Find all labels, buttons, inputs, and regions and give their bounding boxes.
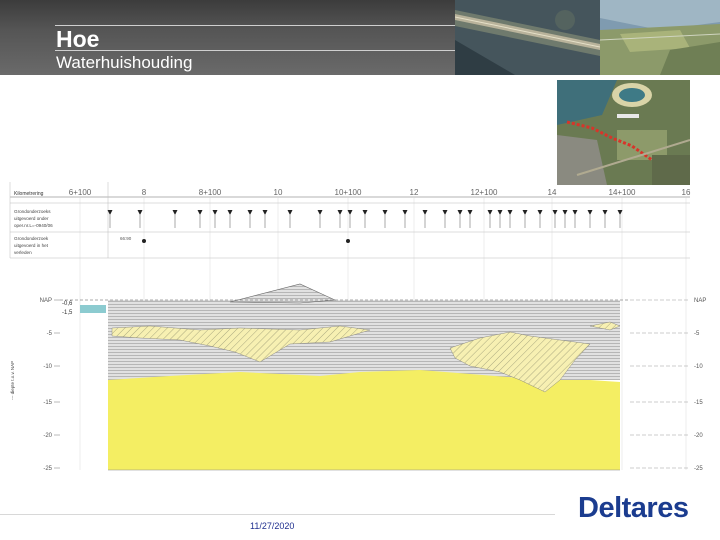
borehole-marker-17 <box>457 210 463 215</box>
km-tick-6: 12+100 <box>471 188 498 197</box>
borehole-marker-8 <box>287 210 293 215</box>
borehole-marker-14 <box>402 210 408 215</box>
borehole-marker-28 <box>602 210 608 215</box>
depth-tick-left-5: -25 <box>43 466 52 472</box>
depth-tick-right-1: -5 <box>694 331 700 337</box>
depth-tick-left-2: -10 <box>43 364 52 370</box>
km-tick-4: 10+100 <box>335 188 362 197</box>
aerial-map <box>557 80 690 185</box>
bridge-photo <box>455 0 600 75</box>
water-level-bar <box>80 305 106 313</box>
depth-axis-right: NAP -5 -10 -15 -20 -25 <box>630 298 706 472</box>
geotechnical-cross-section: Kilometrering 6+100 8 8+100 10 10+100 12 12+10… <box>0 178 720 518</box>
km-tick-7: 14 <box>548 188 557 197</box>
depth-tick-right-5: -25 <box>694 466 703 472</box>
borehole-marker-4 <box>212 210 218 215</box>
depth-axis-left: NAP -5 -10 -15 -20 -25 <box>40 298 60 472</box>
borehole-marker-18 <box>467 210 473 215</box>
slide-date: 11/27/2020 <box>250 521 295 531</box>
legend-line-1a: Grondonderzoeks <box>14 209 51 214</box>
borehole-marker-5 <box>227 210 233 215</box>
borehole-marker-11 <box>347 210 353 215</box>
legend-line-2b: uitgevoerd in het <box>14 243 49 248</box>
borehole-marker-9 <box>317 210 323 215</box>
legend-line-2a: Grondonderzoek <box>14 236 49 241</box>
header-rule-bottom <box>55 50 455 51</box>
depth-tick-right-3: -15 <box>694 400 703 406</box>
borehole-marker-12 <box>362 210 368 215</box>
km-tick-8: 14+100 <box>609 188 636 197</box>
legend-line-1b: uitgevoerd onder <box>14 216 49 221</box>
km-tick-9: 16 <box>682 188 691 197</box>
water-level-1: -0,6 <box>62 301 73 307</box>
depth-tick-left-1: -5 <box>47 331 53 337</box>
header-rule-top <box>55 25 455 26</box>
borehole-marker-19 <box>487 210 493 215</box>
water-level-2: -1,5 <box>62 310 73 316</box>
borehole-marker-15 <box>422 210 428 215</box>
borehole-marker-3 <box>197 210 203 215</box>
borehole-marker-21 <box>507 210 513 215</box>
km-label: Kilometrering <box>14 191 44 197</box>
sounding-code-label: 66:90 <box>120 236 132 241</box>
borehole-marker-7 <box>262 210 268 215</box>
borehole-marker-25 <box>562 210 568 215</box>
coast-photo <box>600 0 720 75</box>
depth-tick-left-0: NAP <box>40 298 52 304</box>
borehole-marker-27 <box>587 210 593 215</box>
borehole-marker-10 <box>337 210 343 215</box>
km-tick-3: 10 <box>274 188 283 197</box>
footer-rule <box>0 514 555 515</box>
legend-line-2c: verleden <box>14 250 32 255</box>
slide-subtitle: Waterhuishouding <box>56 53 193 72</box>
legend-line-1c: oper.nr.L=-0940/06 <box>14 223 53 228</box>
depth-axis-label: --- diepte t.o.v. NAP <box>10 361 15 400</box>
km-tick-0: 6+100 <box>69 188 92 197</box>
depth-tick-right-0: NAP <box>694 298 706 304</box>
borehole-marker-23 <box>537 210 543 215</box>
slide-title: Hoe <box>56 26 100 52</box>
borehole-marker-22 <box>522 210 528 215</box>
borehole-marker-2 <box>172 210 178 215</box>
depth-tick-right-4: -20 <box>694 433 703 439</box>
historic-sounding-1 <box>346 239 350 243</box>
depth-tick-left-3: -15 <box>43 400 52 406</box>
slide-header: Hoe Waterhuishouding <box>0 0 720 75</box>
borehole-marker-20 <box>497 210 503 215</box>
borehole-marker-16 <box>442 210 448 215</box>
borehole-markers <box>107 210 623 243</box>
borehole-marker-13 <box>382 210 388 215</box>
borehole-marker-24 <box>552 210 558 215</box>
km-tick-5: 12 <box>410 188 419 197</box>
historic-sounding-0 <box>142 239 146 243</box>
km-tick-1: 8 <box>142 188 147 197</box>
borehole-marker-1 <box>137 210 143 215</box>
borehole-marker-26 <box>572 210 578 215</box>
deltares-logo: Deltares <box>578 492 689 524</box>
borehole-marker-29 <box>617 210 623 215</box>
borehole-marker-6 <box>247 210 253 215</box>
depth-tick-right-2: -10 <box>694 364 703 370</box>
km-tick-2: 8+100 <box>199 188 222 197</box>
depth-tick-left-4: -20 <box>43 433 52 439</box>
